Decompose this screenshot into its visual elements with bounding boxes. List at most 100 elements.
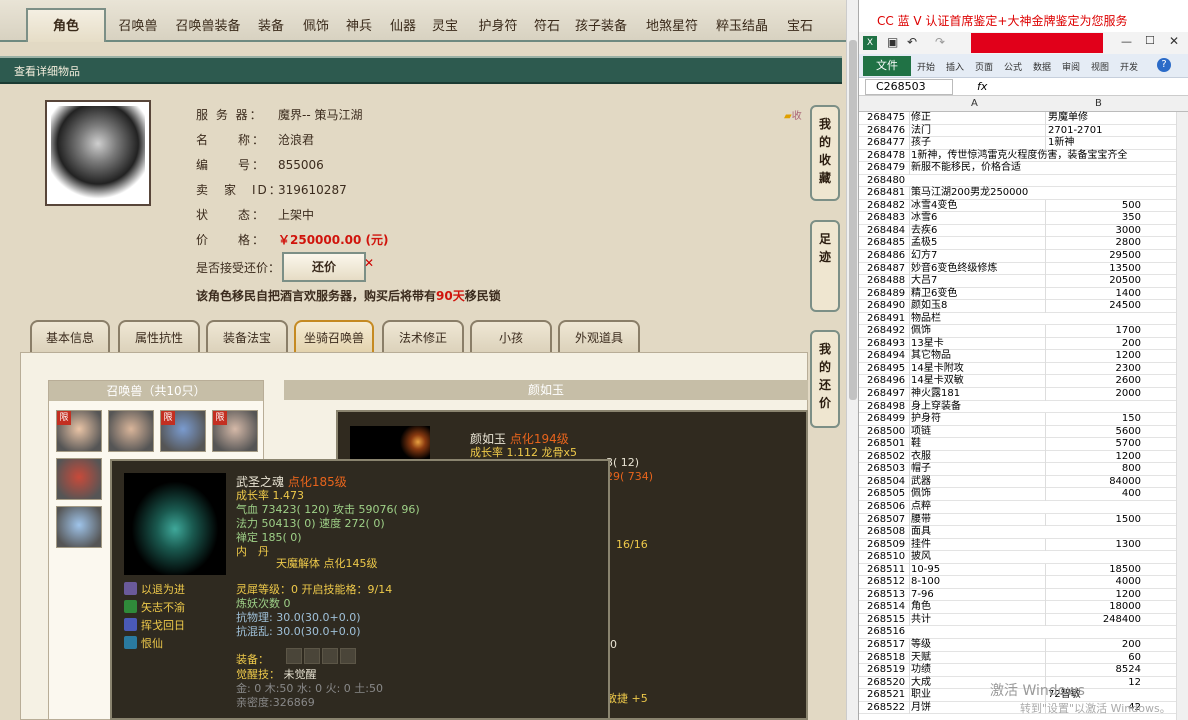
table-row[interactable]: 268491 物品栏: [859, 312, 1188, 326]
table-row[interactable]: 268486 幻方7 29500: [859, 250, 1188, 263]
ribbon-tab-2[interactable]: 页面: [975, 60, 993, 73]
table-row[interactable]: 268493 13星卡 200: [859, 337, 1188, 351]
table-row[interactable]: 268481 策马江湖200男龙250000: [859, 187, 1188, 200]
column-a-header[interactable]: A: [971, 98, 978, 109]
ribbon-tab-3[interactable]: 公式: [1004, 60, 1022, 73]
table-row[interactable]: 268478 1新神，传世惊鸿雷克火程度伤害，装备宝宝齐全: [859, 149, 1188, 163]
table-row[interactable]: 268505 佩饰 400: [859, 488, 1188, 501]
table-row[interactable]: 268476 法门 2701-2701: [859, 124, 1188, 138]
pet-slot[interactable]: [56, 506, 102, 548]
tab-1[interactable]: 召唤兽: [110, 12, 166, 42]
tab-2[interactable]: 召唤兽装备: [168, 12, 248, 42]
file-tab[interactable]: 文件: [863, 56, 911, 76]
table-row[interactable]: 268480: [859, 175, 1188, 188]
page-scrollbar[interactable]: [846, 0, 858, 720]
table-row[interactable]: 268496 14星卡双敏 2600: [859, 375, 1188, 389]
table-row[interactable]: 268502 衣服 1200: [859, 450, 1188, 464]
ribbon-tab-4[interactable]: 数据: [1033, 60, 1051, 73]
table-row[interactable]: 268511 10-95 18500: [859, 563, 1188, 577]
table-row[interactable]: 268490 颜如玉8 24500: [859, 300, 1188, 313]
side-button-1[interactable]: 足迹: [810, 220, 840, 312]
table-row[interactable]: 268498 身上穿装备: [859, 400, 1188, 414]
skill-item[interactable]: 矢志不渝: [124, 599, 185, 615]
minimize-icon[interactable]: —: [1121, 35, 1132, 48]
table-row[interactable]: 268500 项链 5600: [859, 425, 1188, 439]
tab-9[interactable]: 符石: [528, 12, 566, 42]
detail-tab-6[interactable]: 外观道具: [558, 320, 640, 352]
table-row[interactable]: 268512 8-100 4000: [859, 576, 1188, 589]
ribbon-tab-7[interactable]: 开发: [1120, 60, 1138, 73]
help-icon[interactable]: ?: [1157, 58, 1171, 72]
tab-10[interactable]: 孩子装备: [570, 12, 632, 42]
table-row[interactable]: 268494 其它物品 1200: [859, 350, 1188, 363]
skill-item[interactable]: 以退为进: [124, 581, 185, 597]
table-row[interactable]: 268482 冰雪4变色 500: [859, 199, 1188, 213]
pet-slot[interactable]: 限: [56, 410, 102, 452]
table-row[interactable]: 268497 神火露181 2000: [859, 388, 1188, 401]
equip-slot[interactable]: [286, 648, 302, 664]
table-row[interactable]: 268488 大吕7 20500: [859, 275, 1188, 288]
tab-12[interactable]: 粹玉结晶: [710, 12, 774, 42]
favorite-link[interactable]: ▰收: [784, 107, 802, 122]
tab-5[interactable]: 神兵: [340, 12, 378, 42]
tab-6[interactable]: 仙器: [384, 12, 422, 42]
detail-tab-2[interactable]: 装备法宝: [206, 320, 288, 352]
name-box[interactable]: C268503: [865, 79, 953, 95]
redo-icon[interactable]: ↷: [935, 35, 945, 49]
ribbon-tab-0[interactable]: 开始: [917, 60, 935, 73]
sheet-scrollbar[interactable]: [1176, 112, 1188, 720]
bargain-button[interactable]: 还价: [282, 252, 366, 282]
tab-4[interactable]: 佩饰: [294, 12, 338, 42]
tab-7[interactable]: 灵宝: [426, 12, 464, 42]
table-row[interactable]: 268489 精卫6变色 1400: [859, 287, 1188, 301]
column-b-header[interactable]: B: [1095, 98, 1102, 109]
spreadsheet-grid[interactable]: 268475 修正 男魔单修 268476 法门 2701-2701 268477 孩子 1新神…: [859, 112, 1188, 715]
table-row[interactable]: 268508 面具: [859, 526, 1188, 539]
skill-item[interactable]: 挥戈回日: [124, 617, 185, 633]
fx-icon[interactable]: fx: [977, 80, 987, 93]
table-row[interactable]: 268483 冰雪6 350: [859, 212, 1188, 225]
table-row[interactable]: 268518 天赋 60: [859, 651, 1188, 665]
detail-tab-5[interactable]: 小孩: [470, 320, 552, 352]
equip-slot[interactable]: [322, 648, 338, 664]
table-row[interactable]: 268495 14星卡附攻 2300: [859, 362, 1188, 376]
detail-tab-1[interactable]: 属性抗性: [118, 320, 200, 352]
ribbon-tab-5[interactable]: 审阅: [1062, 60, 1080, 73]
ribbon-tab-6[interactable]: 视图: [1091, 60, 1109, 73]
ribbon-tab-1[interactable]: 插入: [946, 60, 964, 73]
pet-slot[interactable]: 限: [212, 410, 258, 452]
table-row[interactable]: 268484 去疾6 3000: [859, 224, 1188, 238]
table-row[interactable]: 268515 共计 248400: [859, 613, 1188, 627]
pet-slot[interactable]: [108, 410, 154, 452]
tab-13[interactable]: 宝石: [778, 12, 822, 42]
table-row[interactable]: 268492 佩饰 1700: [859, 325, 1188, 338]
table-row[interactable]: 268507 腰带 1500: [859, 513, 1188, 527]
table-row[interactable]: 268477 孩子 1新神: [859, 137, 1188, 150]
tab-3[interactable]: 装备: [250, 12, 292, 42]
table-row[interactable]: 268517 等级 200: [859, 638, 1188, 652]
side-button-2[interactable]: 我的还价: [810, 330, 840, 428]
detail-tab-4[interactable]: 法术修正: [382, 320, 464, 352]
skill-item[interactable]: 恨仙: [124, 635, 163, 651]
table-row[interactable]: 268509 挂件 1300: [859, 538, 1188, 552]
maximize-icon[interactable]: ☐: [1145, 34, 1155, 47]
table-row[interactable]: 268499 护身符 150: [859, 413, 1188, 426]
table-row[interactable]: 268514 角色 18000: [859, 601, 1188, 614]
tab-11[interactable]: 地煞星符: [642, 12, 702, 42]
table-row[interactable]: 268504 武器 84000: [859, 475, 1188, 489]
table-row[interactable]: 268513 7-96 1200: [859, 588, 1188, 602]
pet-slot[interactable]: [56, 458, 102, 500]
table-row[interactable]: 268506 点粹: [859, 500, 1188, 514]
tab-0[interactable]: 角色: [26, 8, 106, 42]
table-row[interactable]: 268501 鞋 5700: [859, 438, 1188, 451]
undo-icon[interactable]: ↶: [907, 35, 917, 49]
detail-tab-3[interactable]: 坐骑召唤兽: [294, 320, 374, 352]
side-button-0[interactable]: 我的收藏: [810, 105, 840, 201]
table-row[interactable]: 268516: [859, 626, 1188, 639]
save-icon[interactable]: ▣: [887, 35, 898, 49]
equip-slot[interactable]: [340, 648, 356, 664]
detail-tab-0[interactable]: 基本信息: [30, 320, 110, 352]
pet-slot[interactable]: 限: [160, 410, 206, 452]
tab-8[interactable]: 护身符: [470, 12, 526, 42]
equip-slot[interactable]: [304, 648, 320, 664]
